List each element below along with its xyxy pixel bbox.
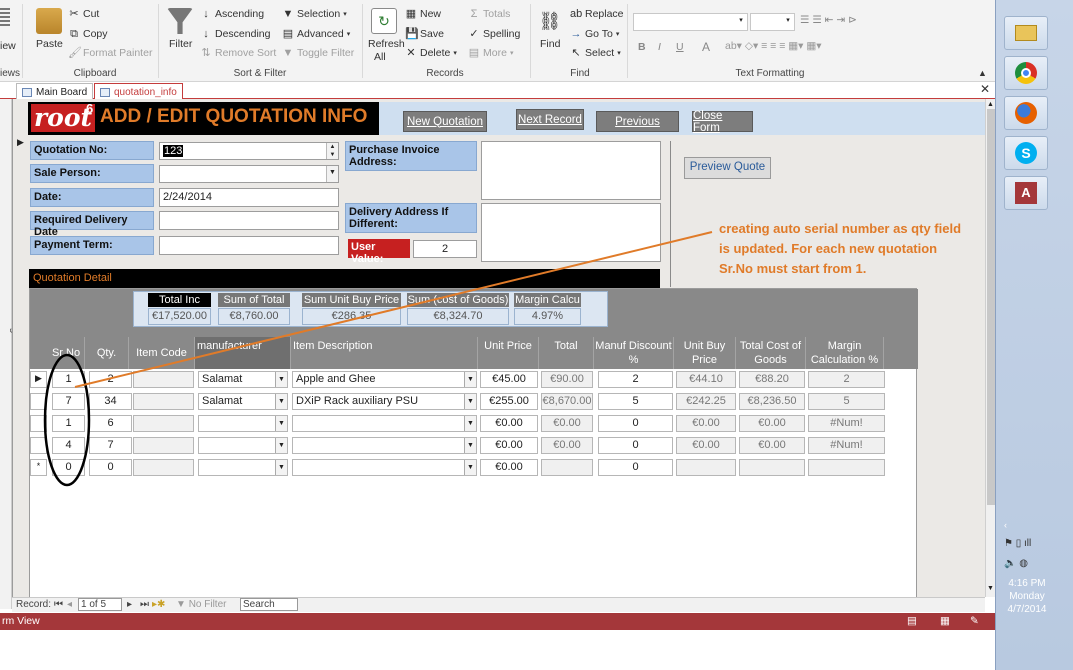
firefox-icon[interactable] xyxy=(1004,96,1048,130)
chrome-icon[interactable] xyxy=(1004,56,1048,90)
no-filter-label: No Filter xyxy=(188,599,227,610)
first-record-icon[interactable]: ⏮ xyxy=(54,599,63,610)
scroll-thumb[interactable] xyxy=(987,109,995,505)
scroll-down-icon[interactable]: ▼ xyxy=(987,585,994,592)
record-navigator: Record: ⏮ ◂ 1 of 5 ▸ ⏭ ▸✱ ▼ No Filter Se… xyxy=(12,597,985,612)
annotation-overlay xyxy=(43,231,713,487)
tray-expand-icon[interactable]: ‹ xyxy=(1004,520,1007,530)
taskbar: S A ‹ ⚑ ▯ ıll 🔈 ◍ 4:16 PM Monday 4/7/201… xyxy=(995,0,1073,670)
record-position-field[interactable]: 1 of 5 xyxy=(78,598,122,611)
status-bar: rm View ▤ ▦ ✎ xyxy=(0,613,995,630)
datasheet-view-icon[interactable]: ▦ xyxy=(940,615,950,627)
filter-icon: ▼ xyxy=(176,599,186,610)
record-label: Record: xyxy=(16,599,52,610)
design-view-icon[interactable]: ✎ xyxy=(970,615,979,627)
search-input[interactable]: Search xyxy=(240,598,298,611)
access-icon[interactable]: A xyxy=(1004,176,1048,210)
file-explorer-icon[interactable] xyxy=(1004,16,1048,50)
prev-record-icon[interactable]: ◂ xyxy=(67,599,72,610)
blank-area xyxy=(0,630,995,670)
annotation-arrow xyxy=(74,231,713,388)
clock-day: Monday xyxy=(1009,591,1045,602)
skype-icon[interactable]: S xyxy=(1004,136,1048,170)
next-record-icon[interactable]: ▸ xyxy=(127,599,132,610)
clock-date: 4/7/2014 xyxy=(1007,604,1047,615)
form-view-icon[interactable]: ▤ xyxy=(907,615,917,627)
no-filter-button[interactable]: ▼ No Filter xyxy=(176,599,226,610)
annotation-circle xyxy=(43,353,91,487)
scroll-up-icon[interactable]: ▲ xyxy=(987,101,994,108)
clock-time: 4:16 PM xyxy=(1008,578,1046,589)
status-view-text: rm View xyxy=(2,615,40,627)
new-record-icon[interactable]: ▸✱ xyxy=(152,599,165,610)
tray-icons[interactable]: ⚑ ▯ ıll xyxy=(1004,538,1031,549)
clock[interactable]: 4:16 PM Monday 4/7/2014 xyxy=(1000,577,1054,616)
last-record-icon[interactable]: ⏭ xyxy=(140,599,149,610)
vertical-scrollbar[interactable]: ▲ ▼ xyxy=(985,99,995,597)
volume-icon[interactable]: 🔈 ◍ xyxy=(1004,558,1028,569)
